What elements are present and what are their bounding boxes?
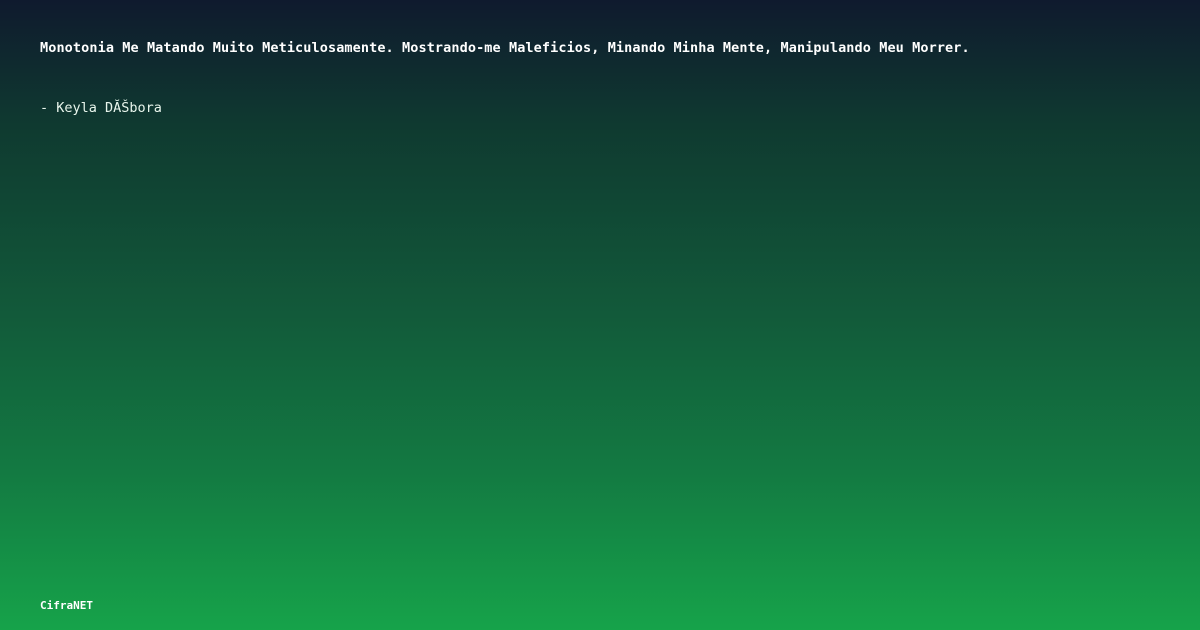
- quote-author: - Keyla DĂŠbora: [40, 100, 162, 116]
- quote-card: Monotonia Me Matando Muito Meticulosamen…: [0, 0, 1200, 630]
- quote-text: Monotonia Me Matando Muito Meticulosamen…: [40, 40, 970, 56]
- brand-name: CifraNET: [40, 599, 93, 612]
